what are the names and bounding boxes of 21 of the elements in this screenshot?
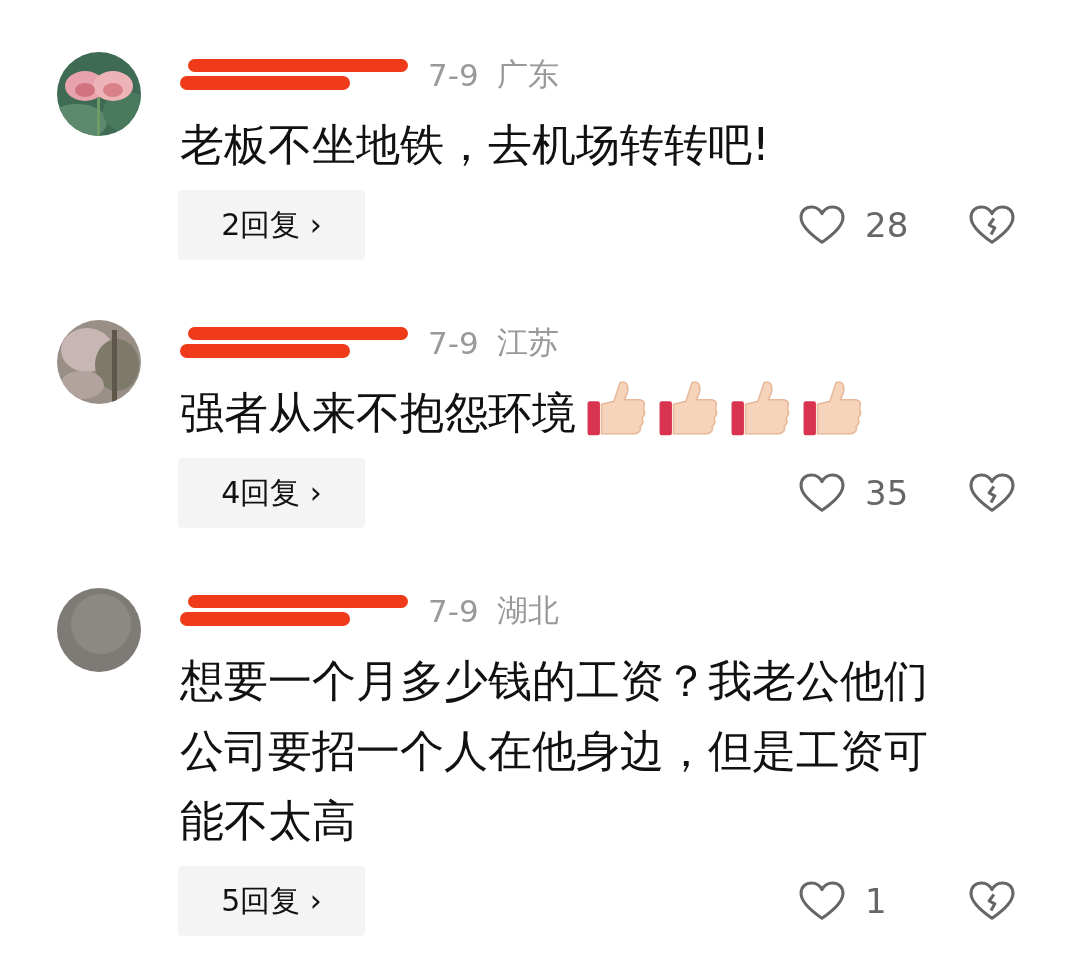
broken-heart-icon[interactable] bbox=[969, 473, 1015, 513]
comment-location: 湖北 bbox=[496, 591, 559, 630]
like-count: 35 bbox=[865, 473, 909, 513]
comment-text: 老板不坐地铁，去机场转转吧! bbox=[180, 118, 770, 172]
like-heart-icon[interactable] bbox=[799, 205, 845, 245]
replies-button[interactable]: 4回复 › bbox=[178, 458, 365, 528]
like-heart-icon[interactable] bbox=[799, 473, 845, 513]
comment-date: 7-9 bbox=[428, 325, 479, 361]
comment-date: 7-9 bbox=[428, 593, 479, 629]
broken-heart-icon[interactable] bbox=[969, 205, 1015, 245]
broken-heart-icon[interactable] bbox=[969, 881, 1015, 921]
replies-button[interactable]: 2回复 › bbox=[178, 190, 365, 260]
like-heart-icon[interactable] bbox=[799, 881, 845, 921]
replies-button[interactable]: 5回复 › bbox=[178, 866, 365, 936]
comment-location: 广东 bbox=[496, 55, 559, 94]
comment-date: 7-9 bbox=[428, 57, 479, 93]
comment-text: 想要一个月多少钱的工资？我老公他们公司要招一个人在他身边，但是工资可能不太高 bbox=[180, 654, 929, 848]
comment-location: 江苏 bbox=[496, 323, 559, 362]
comment-text: 强者从来不抱怨环境 bbox=[180, 378, 864, 448]
like-count: 1 bbox=[865, 881, 887, 921]
like-count: 28 bbox=[865, 205, 909, 245]
